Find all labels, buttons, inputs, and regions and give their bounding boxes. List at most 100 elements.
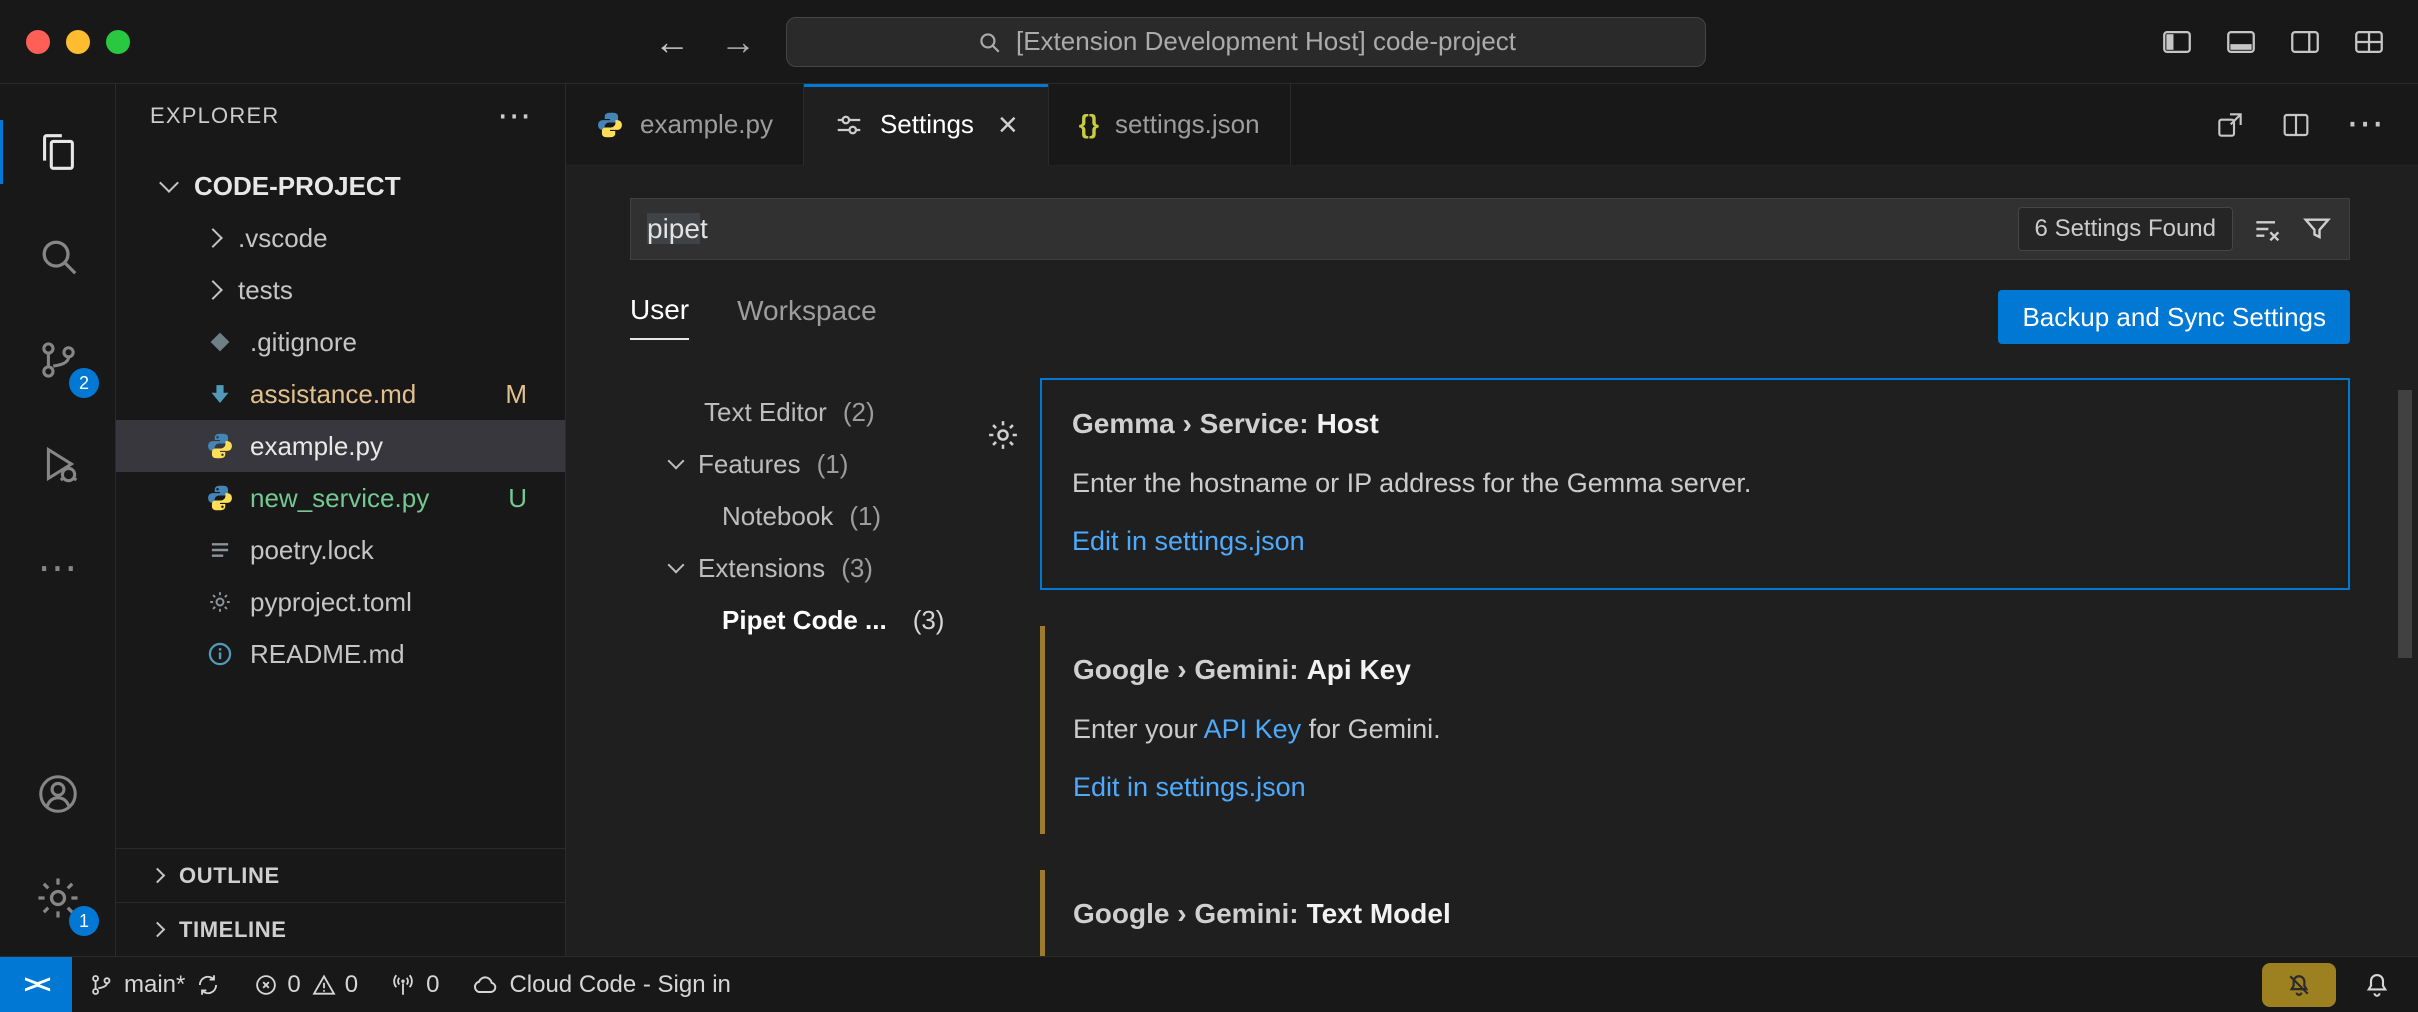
warning-icon xyxy=(311,972,337,998)
tab-bar: example.py Settings × {} settings.json ⋯ xyxy=(566,84,2418,166)
outline-section-header[interactable]: OUTLINE xyxy=(116,848,565,902)
chevron-down-icon xyxy=(668,453,685,470)
ports-status-item[interactable]: 0 xyxy=(374,957,455,1012)
clear-search-icon[interactable] xyxy=(2251,213,2283,245)
file-tree: CODE-PROJECT .vscode tests .gitignore as… xyxy=(116,160,565,680)
setting-gear-icon[interactable] xyxy=(986,418,1020,452)
activity-more-button[interactable]: ⋯ xyxy=(0,516,115,620)
close-window-button[interactable] xyxy=(26,30,50,54)
command-center[interactable]: [Extension Development Host] code-projec… xyxy=(786,17,1706,67)
toggle-panel-icon[interactable] xyxy=(2224,25,2258,59)
tree-file-gitignore[interactable]: .gitignore xyxy=(116,316,565,368)
filter-icon[interactable] xyxy=(2301,213,2333,245)
toc-extensions[interactable]: Extensions(3) xyxy=(630,542,1040,594)
markdown-file-icon xyxy=(204,378,236,410)
error-icon xyxy=(253,972,279,998)
explorer-more-icon[interactable]: ⋯ xyxy=(497,96,531,136)
python-file-icon xyxy=(596,111,624,139)
problems-status-item[interactable]: 0 0 xyxy=(237,957,374,1012)
tree-file-example-py[interactable]: example.py xyxy=(116,420,565,472)
python-file-icon xyxy=(204,482,236,514)
tree-file-assistance-md[interactable]: assistance.md M xyxy=(116,368,565,420)
setting-google-gemini-api-key[interactable]: Google › Gemini:Api Key Enter your API K… xyxy=(1040,626,2350,834)
more-actions-icon[interactable]: ⋯ xyxy=(2346,117,2384,132)
remote-indicator[interactable]: >< xyxy=(0,957,72,1012)
toc-text-editor[interactable]: Text Editor(2) xyxy=(630,386,1040,438)
settings-search-input[interactable]: pipet 6 Settings Found xyxy=(630,198,2350,260)
cloud-code-status-item[interactable]: Cloud Code - Sign in xyxy=(455,957,746,1012)
tree-folder-vscode[interactable]: .vscode xyxy=(116,212,565,264)
setting-description: Enter the hostname or IP address for the… xyxy=(1072,466,2318,500)
settings-scope-tabs: User Workspace Backup and Sync Settings xyxy=(630,290,2350,344)
git-status-badge: U xyxy=(508,483,527,514)
explorer-sidebar: EXPLORER ⋯ CODE-PROJECT .vscode tests xyxy=(116,84,566,956)
toc-pipet-code[interactable]: Pipet Code ...(3) xyxy=(630,594,1040,646)
window-title: [Extension Development Host] code-projec… xyxy=(1016,26,1516,57)
tree-folder-tests[interactable]: tests xyxy=(116,264,565,316)
activity-bar: 2 ⋯ 1 xyxy=(0,84,116,956)
chevron-down-icon xyxy=(668,557,685,574)
vscode-window: ← → [Extension Development Host] code-pr… xyxy=(0,0,2418,1012)
remote-icon: >< xyxy=(24,969,48,1000)
split-editor-icon[interactable] xyxy=(2280,109,2312,141)
tree-root-folder[interactable]: CODE-PROJECT xyxy=(116,160,565,212)
bell-icon[interactable] xyxy=(2362,970,2392,1000)
editor-scrollbar[interactable] xyxy=(2398,390,2412,658)
python-file-icon xyxy=(204,430,236,462)
account-icon xyxy=(35,771,81,817)
toml-file-icon xyxy=(204,586,236,618)
backup-sync-settings-button[interactable]: Backup and Sync Settings xyxy=(1998,290,2350,344)
manage-settings-button[interactable]: 1 xyxy=(0,846,115,950)
minimize-window-button[interactable] xyxy=(66,30,90,54)
activity-explorer-button[interactable] xyxy=(0,100,115,204)
tab-settings-json[interactable]: {} settings.json xyxy=(1049,84,1291,166)
timeline-section-header[interactable]: TIMELINE xyxy=(116,902,565,956)
explorer-title: EXPLORER xyxy=(150,103,279,129)
scm-badge: 2 xyxy=(69,368,99,398)
scope-tab-workspace[interactable]: Workspace xyxy=(737,295,877,339)
edit-in-settings-json-link[interactable]: Edit in settings.json xyxy=(1072,524,2318,558)
tree-file-pyproject-toml[interactable]: pyproject.toml xyxy=(116,576,565,628)
git-status-badge: M xyxy=(505,379,527,410)
setting-title: Google › Gemini:Text Model xyxy=(1073,896,2320,932)
git-branch-icon xyxy=(88,972,114,998)
tree-file-readme-md[interactable]: README.md xyxy=(116,628,565,680)
settings-badge: 1 xyxy=(69,906,99,936)
setting-description: Enter your API Key for Gemini. xyxy=(1073,712,2320,746)
activity-source-control-button[interactable]: 2 xyxy=(0,308,115,412)
cloud-icon xyxy=(471,971,499,999)
activity-search-button[interactable] xyxy=(0,204,115,308)
toc-notebook[interactable]: Notebook(1) xyxy=(630,490,1040,542)
open-settings-json-icon[interactable] xyxy=(2214,109,2246,141)
close-tab-icon[interactable]: × xyxy=(998,108,1018,142)
branch-status-item[interactable]: main* xyxy=(72,957,237,1012)
tree-file-new-service-py[interactable]: new_service.py U xyxy=(116,472,565,524)
activity-run-debug-button[interactable] xyxy=(0,412,115,516)
git-file-icon xyxy=(204,326,236,358)
settings-list: Gemma › Service:Host Enter the hostname … xyxy=(1040,378,2350,956)
toggle-secondary-sidebar-icon[interactable] xyxy=(2288,25,2322,59)
navigate-forward-icon[interactable]: → xyxy=(720,24,756,60)
results-count-badge: 6 Settings Found xyxy=(2018,207,2233,251)
toc-features[interactable]: Features(1) xyxy=(630,438,1040,490)
search-icon xyxy=(35,233,81,279)
radio-tower-icon xyxy=(390,972,416,998)
editor-group: example.py Settings × {} settings.json ⋯ xyxy=(566,84,2418,956)
tab-example-py[interactable]: example.py xyxy=(566,84,804,166)
navigate-back-icon[interactable]: ← xyxy=(654,24,690,60)
chevron-right-icon xyxy=(203,228,223,248)
api-key-link[interactable]: API Key xyxy=(1204,714,1302,744)
setting-gemma-service-host[interactable]: Gemma › Service:Host Enter the hostname … xyxy=(1040,378,2350,590)
settings-editor: pipet 6 Settings Found User Workspace Ba… xyxy=(566,166,2418,956)
tab-settings[interactable]: Settings × xyxy=(804,84,1049,166)
status-warning-badge[interactable] xyxy=(2262,963,2336,1007)
scope-tab-user[interactable]: User xyxy=(630,294,689,340)
customize-layout-icon[interactable] xyxy=(2352,25,2386,59)
toggle-primary-sidebar-icon[interactable] xyxy=(2160,25,2194,59)
setting-google-gemini-text-model[interactable]: Google › Gemini:Text Model xyxy=(1040,870,2350,956)
accounts-button[interactable] xyxy=(0,742,115,846)
tree-file-poetry-lock[interactable]: poetry.lock xyxy=(116,524,565,576)
edit-in-settings-json-link[interactable]: Edit in settings.json xyxy=(1073,770,2320,804)
settings-sliders-icon xyxy=(834,110,864,140)
zoom-window-button[interactable] xyxy=(106,30,130,54)
